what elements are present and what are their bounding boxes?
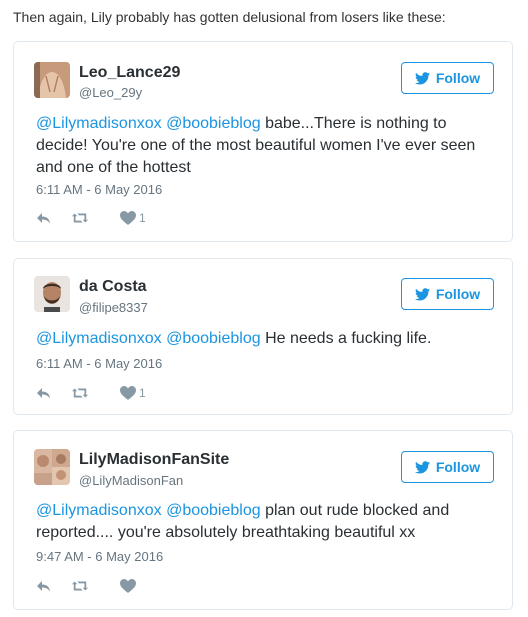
follow-button[interactable]: Follow xyxy=(401,62,494,94)
avatar[interactable] xyxy=(34,449,70,485)
reply-button[interactable] xyxy=(36,211,64,225)
tweet-actions: 1 xyxy=(36,210,146,226)
reply-icon xyxy=(37,213,50,224)
mention-link[interactable]: @Lilymadisonxox xyxy=(36,330,162,347)
heart-icon xyxy=(120,211,136,225)
tweet-body: He needs a fucking life. xyxy=(260,330,432,347)
mention-link[interactable]: @Lilymadisonxox xyxy=(36,502,162,519)
display-name[interactable]: da Costa xyxy=(79,278,147,296)
display-name[interactable]: Leo_Lance29 xyxy=(79,64,180,82)
timestamp[interactable]: 6:11 AM - 6 May 2016 xyxy=(36,182,162,197)
heart-icon xyxy=(120,386,136,400)
display-name[interactable]: LilyMadisonFanSite xyxy=(79,451,229,469)
mention-link[interactable]: @boobieblog xyxy=(166,115,261,132)
follow-label: Follow xyxy=(435,70,481,86)
like-button[interactable] xyxy=(114,579,139,593)
tweet-text: @Lilymadisonxox @boobieblog babe...There… xyxy=(36,113,496,179)
twitter-bird-icon xyxy=(414,287,430,300)
follow-button[interactable]: Follow xyxy=(401,278,494,310)
retweet-icon xyxy=(72,388,88,398)
user-handle[interactable]: @Leo_29y xyxy=(79,85,142,100)
reply-button[interactable] xyxy=(36,579,64,593)
reply-icon xyxy=(37,388,50,399)
like-count: 1 xyxy=(139,211,146,225)
retweet-icon xyxy=(72,213,88,223)
timestamp[interactable]: 9:47 AM - 6 May 2016 xyxy=(36,549,163,564)
like-button[interactable]: 1 xyxy=(114,211,146,225)
user-handle[interactable]: @LilyMadisonFan xyxy=(79,473,183,488)
tweet-text: @Lilymadisonxox @boobieblog He needs a f… xyxy=(36,328,496,350)
tweet-card: LilyMadisonFanSite @LilyMadisonFan Follo… xyxy=(13,430,513,610)
avatar[interactable] xyxy=(34,276,70,312)
mention-link[interactable]: @boobieblog xyxy=(166,502,261,519)
mention-link[interactable]: @Lilymadisonxox xyxy=(36,115,162,132)
user-handle[interactable]: @filipe8337 xyxy=(79,300,148,315)
tweet-card: Leo_Lance29 @Leo_29y Follow @Lilymadison… xyxy=(13,41,513,242)
tweet-actions: 1 xyxy=(36,385,146,401)
mention-link[interactable]: @boobieblog xyxy=(166,330,261,347)
timestamp[interactable]: 6:11 AM - 6 May 2016 xyxy=(36,356,162,371)
like-count: 1 xyxy=(139,386,146,400)
intro-text: Then again, Lily probably has gotten del… xyxy=(13,9,446,25)
avatar[interactable] xyxy=(34,62,70,98)
reply-button[interactable] xyxy=(36,386,64,400)
retweet-button[interactable] xyxy=(64,386,114,400)
follow-button[interactable]: Follow xyxy=(401,451,494,483)
tweet-actions xyxy=(36,578,139,594)
twitter-bird-icon xyxy=(414,71,430,84)
follow-label: Follow xyxy=(435,459,481,475)
tweet-text: @Lilymadisonxox @boobieblog plan out rud… xyxy=(36,500,496,544)
twitter-bird-icon xyxy=(414,460,430,473)
like-button[interactable]: 1 xyxy=(114,386,146,400)
follow-label: Follow xyxy=(435,286,481,302)
retweet-button[interactable] xyxy=(64,579,114,593)
reply-icon xyxy=(37,581,50,592)
tweet-card: da Costa @filipe8337 Follow @Lilymadison… xyxy=(13,258,513,415)
retweet-icon xyxy=(72,581,88,591)
retweet-button[interactable] xyxy=(64,211,114,225)
heart-icon xyxy=(120,579,136,593)
